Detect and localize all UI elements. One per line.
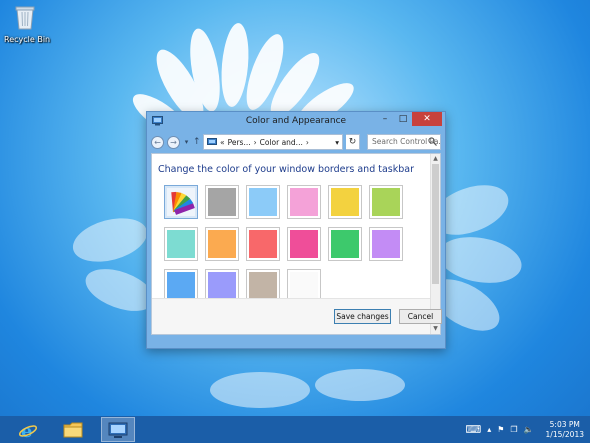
swatch-fill: [208, 188, 236, 216]
color-swatch-orange[interactable]: [205, 227, 239, 261]
clock-time: 5:03 PM: [549, 419, 580, 429]
color-swatch-automatic[interactable]: [164, 185, 198, 219]
taskbar: e ⌨ ▴ ⚑ ❐ 🔈 5:03 PM 1/15/2013: [0, 416, 590, 443]
recycle-bin-desktop-icon[interactable]: Recycle Bin: [4, 4, 51, 44]
color-fan-icon: [171, 191, 195, 215]
touch-keyboard-icon[interactable]: ⌨: [465, 423, 481, 436]
show-hidden-icons-icon[interactable]: ▴: [487, 425, 491, 434]
color-swatch-magenta[interactable]: [287, 227, 321, 261]
scrollbar-thumb[interactable]: [432, 164, 439, 284]
taskbar-control-panel[interactable]: [101, 417, 135, 442]
swatch-fill: [167, 188, 195, 216]
taskbar-file-explorer[interactable]: [56, 417, 90, 442]
system-tray: ⌨ ▴ ⚑ ❐ 🔈 5:03 PM 1/15/2013: [465, 416, 590, 443]
navigation-bar: ← → ▾ ↑ « Pers... › Color and... › ▾ ↻ S…: [151, 131, 441, 153]
swatch-fill: [331, 188, 359, 216]
search-icon[interactable]: [428, 137, 437, 146]
control-panel-icon: [108, 422, 128, 438]
swatch-fill: [372, 230, 400, 258]
color-swatch-lime[interactable]: [369, 185, 403, 219]
internet-explorer-icon: e: [18, 421, 38, 440]
action-center-flag-icon[interactable]: ⚑: [497, 425, 504, 434]
up-button[interactable]: ↑: [193, 137, 201, 147]
recycle-bin-icon: [15, 6, 35, 30]
recent-locations-button[interactable]: ▾: [183, 138, 190, 146]
clock[interactable]: 5:03 PM 1/15/2013: [546, 420, 584, 440]
swatch-fill: [290, 230, 318, 258]
address-overflow[interactable]: «: [220, 138, 225, 147]
cancel-button[interactable]: Cancel: [399, 309, 442, 324]
breadcrumb-separator[interactable]: ›: [254, 138, 257, 147]
swatch-fill: [331, 230, 359, 258]
color-swatch-yellow[interactable]: [328, 185, 362, 219]
search-input[interactable]: Search Control Pa...: [367, 134, 441, 150]
swatch-fill: [249, 230, 277, 258]
back-button[interactable]: ←: [151, 135, 164, 149]
minimize-button[interactable]: –: [376, 112, 394, 126]
taskbar-internet-explorer[interactable]: e: [11, 417, 45, 442]
forward-button[interactable]: →: [167, 135, 180, 149]
swatch-fill: [208, 230, 236, 258]
address-dropdown-button[interactable]: ▾: [335, 138, 339, 147]
dialog-footer: Save changes Cancel: [152, 298, 442, 334]
save-changes-button[interactable]: Save changes: [334, 309, 391, 324]
network-icon[interactable]: ❐: [510, 425, 517, 434]
color-swatch-green[interactable]: [328, 227, 362, 261]
color-and-appearance-window: Color and Appearance – □ ✕ ← → ▾ ↑ « Per…: [146, 111, 446, 349]
color-swatch-grid: [164, 185, 403, 303]
breadcrumb-color-and-appearance[interactable]: Color and...: [260, 138, 303, 147]
address-bar[interactable]: « Pers... › Color and... › ▾: [203, 134, 343, 150]
swatch-fill: [208, 272, 236, 300]
color-swatch-lavender[interactable]: [369, 227, 403, 261]
color-swatch-pink[interactable]: [287, 185, 321, 219]
scroll-up-arrow-icon[interactable]: ▲: [431, 154, 440, 164]
swatch-fill: [290, 272, 318, 300]
control-panel-icon: [207, 138, 217, 145]
breadcrumb-personalization[interactable]: Pers...: [228, 138, 251, 147]
swatch-fill: [167, 230, 195, 258]
close-button[interactable]: ✕: [412, 112, 442, 126]
page-heading: Change the color of your window borders …: [158, 164, 415, 175]
file-explorer-icon: [63, 422, 83, 437]
content-pane: Change the color of your window borders …: [151, 153, 442, 335]
swatch-fill: [249, 272, 277, 300]
scroll-down-arrow-icon[interactable]: ▼: [431, 324, 440, 334]
volume-icon[interactable]: 🔈: [524, 425, 534, 434]
color-swatch-red[interactable]: [246, 227, 280, 261]
swatch-fill: [290, 188, 318, 216]
recycle-bin-label: Recycle Bin: [4, 35, 51, 44]
breadcrumb-separator[interactable]: ›: [306, 138, 309, 147]
window-titlebar[interactable]: Color and Appearance – □ ✕: [147, 112, 445, 131]
swatch-fill: [167, 272, 195, 300]
swatch-fill: [372, 188, 400, 216]
color-swatch-gray[interactable]: [205, 185, 239, 219]
refresh-button[interactable]: ↻: [346, 134, 360, 150]
swatch-fill: [249, 188, 277, 216]
vertical-scrollbar[interactable]: ▲ ▼: [430, 154, 440, 334]
maximize-button[interactable]: □: [394, 112, 412, 126]
clock-date: 1/15/2013: [545, 429, 584, 439]
color-swatch-teal[interactable]: [164, 227, 198, 261]
color-swatch-sky-blue[interactable]: [246, 185, 280, 219]
